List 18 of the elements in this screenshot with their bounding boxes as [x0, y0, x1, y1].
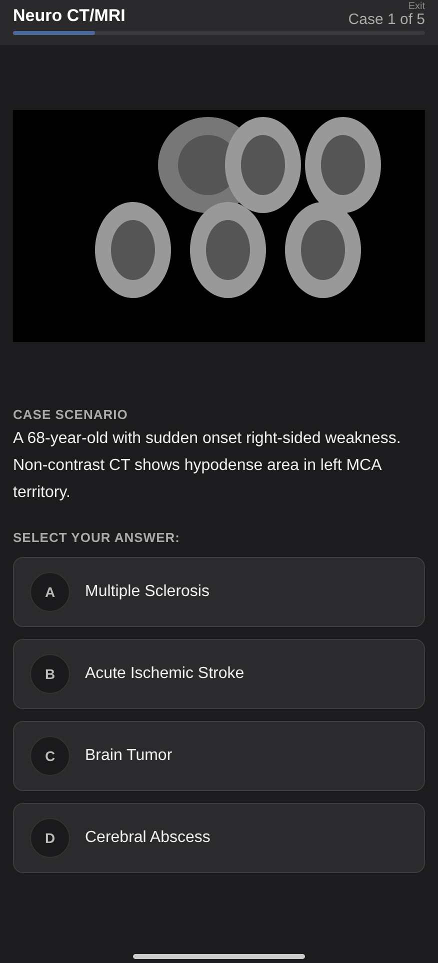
option-letter-badge: C: [30, 736, 70, 776]
answer-option[interactable]: D Cerebral Abscess: [13, 803, 425, 873]
section-label: CASE SCENARIO: [13, 407, 129, 422]
answer-option[interactable]: B Acute Ischemic Stroke: [13, 639, 425, 709]
option-text: Brain Tumor: [85, 747, 172, 765]
option-text: Acute Ischemic Stroke: [85, 665, 244, 683]
answer-option[interactable]: C Brain Tumor: [13, 721, 425, 791]
scenario-text: A 68-year-old with sudden onset right-sided weakness. Non-contrast CT shows hypodense area in left MCA territory.: [13, 429, 402, 503]
case-counter: Case 1 of 5: [348, 12, 425, 30]
option-letter-badge: A: [30, 572, 70, 612]
option-letter-badge: D: [30, 818, 70, 858]
option-letter-badge: B: [30, 654, 70, 694]
exit-link[interactable]: Exit: [408, 2, 425, 12]
screen-title: Neuro CT/MRI: [13, 6, 126, 27]
answer-option[interactable]: A Multiple Sclerosis: [13, 557, 425, 627]
section-label: SELECT YOUR ANSWER:: [13, 530, 181, 545]
option-text: Cerebral Abscess: [85, 829, 210, 847]
option-text: Multiple Sclerosis: [85, 583, 210, 601]
